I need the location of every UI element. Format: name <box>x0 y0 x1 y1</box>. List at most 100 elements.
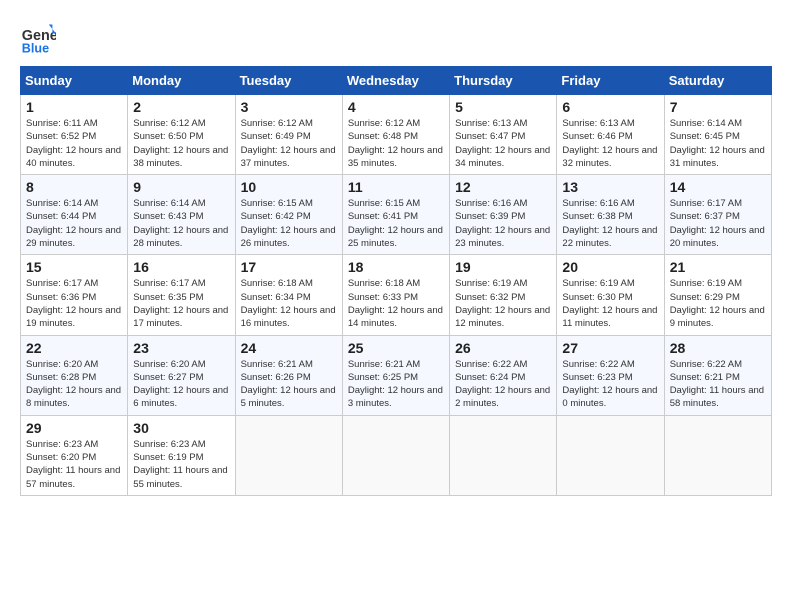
calendar-cell: 4 Sunrise: 6:12 AM Sunset: 6:48 PM Dayli… <box>342 95 449 175</box>
day-info: Sunrise: 6:23 AM Sunset: 6:19 PM Dayligh… <box>133 438 229 491</box>
day-number: 19 <box>455 259 551 275</box>
calendar-cell: 1 Sunrise: 6:11 AM Sunset: 6:52 PM Dayli… <box>21 95 128 175</box>
day-info: Sunrise: 6:22 AM Sunset: 6:21 PM Dayligh… <box>670 358 766 411</box>
day-info: Sunrise: 6:14 AM Sunset: 6:45 PM Dayligh… <box>670 117 766 170</box>
day-number: 4 <box>348 99 444 115</box>
day-number: 25 <box>348 340 444 356</box>
day-number: 1 <box>26 99 122 115</box>
day-number: 27 <box>562 340 658 356</box>
calendar-cell <box>342 415 449 495</box>
calendar-cell: 5 Sunrise: 6:13 AM Sunset: 6:47 PM Dayli… <box>450 95 557 175</box>
calendar-cell: 23 Sunrise: 6:20 AM Sunset: 6:27 PM Dayl… <box>128 335 235 415</box>
calendar-cell: 10 Sunrise: 6:15 AM Sunset: 6:42 PM Dayl… <box>235 175 342 255</box>
calendar-cell: 24 Sunrise: 6:21 AM Sunset: 6:26 PM Dayl… <box>235 335 342 415</box>
day-number: 11 <box>348 179 444 195</box>
day-info: Sunrise: 6:17 AM Sunset: 6:37 PM Dayligh… <box>670 197 766 250</box>
day-info: Sunrise: 6:14 AM Sunset: 6:44 PM Dayligh… <box>26 197 122 250</box>
calendar-cell: 22 Sunrise: 6:20 AM Sunset: 6:28 PM Dayl… <box>21 335 128 415</box>
day-number: 8 <box>26 179 122 195</box>
weekday-header-wednesday: Wednesday <box>342 67 449 95</box>
day-info: Sunrise: 6:16 AM Sunset: 6:39 PM Dayligh… <box>455 197 551 250</box>
calendar-cell: 7 Sunrise: 6:14 AM Sunset: 6:45 PM Dayli… <box>664 95 771 175</box>
calendar-cell: 21 Sunrise: 6:19 AM Sunset: 6:29 PM Dayl… <box>664 255 771 335</box>
day-info: Sunrise: 6:17 AM Sunset: 6:36 PM Dayligh… <box>26 277 122 330</box>
weekday-header-sunday: Sunday <box>21 67 128 95</box>
calendar-cell: 18 Sunrise: 6:18 AM Sunset: 6:33 PM Dayl… <box>342 255 449 335</box>
day-info: Sunrise: 6:12 AM Sunset: 6:48 PM Dayligh… <box>348 117 444 170</box>
day-number: 10 <box>241 179 337 195</box>
calendar-cell: 17 Sunrise: 6:18 AM Sunset: 6:34 PM Dayl… <box>235 255 342 335</box>
day-info: Sunrise: 6:19 AM Sunset: 6:30 PM Dayligh… <box>562 277 658 330</box>
day-number: 2 <box>133 99 229 115</box>
logo: General Blue <box>20 20 60 56</box>
calendar-week-3: 15 Sunrise: 6:17 AM Sunset: 6:36 PM Dayl… <box>21 255 772 335</box>
calendar-cell: 12 Sunrise: 6:16 AM Sunset: 6:39 PM Dayl… <box>450 175 557 255</box>
calendar-cell: 11 Sunrise: 6:15 AM Sunset: 6:41 PM Dayl… <box>342 175 449 255</box>
day-number: 28 <box>670 340 766 356</box>
day-number: 26 <box>455 340 551 356</box>
day-number: 3 <box>241 99 337 115</box>
day-number: 29 <box>26 420 122 436</box>
calendar-cell: 6 Sunrise: 6:13 AM Sunset: 6:46 PM Dayli… <box>557 95 664 175</box>
day-info: Sunrise: 6:21 AM Sunset: 6:26 PM Dayligh… <box>241 358 337 411</box>
page-header: General Blue <box>20 20 772 56</box>
day-info: Sunrise: 6:15 AM Sunset: 6:41 PM Dayligh… <box>348 197 444 250</box>
calendar-cell: 3 Sunrise: 6:12 AM Sunset: 6:49 PM Dayli… <box>235 95 342 175</box>
calendar-cell: 26 Sunrise: 6:22 AM Sunset: 6:24 PM Dayl… <box>450 335 557 415</box>
day-number: 9 <box>133 179 229 195</box>
day-number: 23 <box>133 340 229 356</box>
calendar-cell <box>557 415 664 495</box>
day-info: Sunrise: 6:20 AM Sunset: 6:27 PM Dayligh… <box>133 358 229 411</box>
calendar-week-5: 29 Sunrise: 6:23 AM Sunset: 6:20 PM Dayl… <box>21 415 772 495</box>
day-number: 14 <box>670 179 766 195</box>
calendar-cell <box>664 415 771 495</box>
day-info: Sunrise: 6:12 AM Sunset: 6:49 PM Dayligh… <box>241 117 337 170</box>
weekday-header-friday: Friday <box>557 67 664 95</box>
day-number: 5 <box>455 99 551 115</box>
day-number: 21 <box>670 259 766 275</box>
calendar-cell <box>235 415 342 495</box>
day-number: 12 <box>455 179 551 195</box>
day-number: 17 <box>241 259 337 275</box>
day-info: Sunrise: 6:16 AM Sunset: 6:38 PM Dayligh… <box>562 197 658 250</box>
calendar-cell: 15 Sunrise: 6:17 AM Sunset: 6:36 PM Dayl… <box>21 255 128 335</box>
day-info: Sunrise: 6:13 AM Sunset: 6:47 PM Dayligh… <box>455 117 551 170</box>
day-info: Sunrise: 6:23 AM Sunset: 6:20 PM Dayligh… <box>26 438 122 491</box>
day-info: Sunrise: 6:19 AM Sunset: 6:32 PM Dayligh… <box>455 277 551 330</box>
day-number: 16 <box>133 259 229 275</box>
day-info: Sunrise: 6:13 AM Sunset: 6:46 PM Dayligh… <box>562 117 658 170</box>
calendar-cell: 25 Sunrise: 6:21 AM Sunset: 6:25 PM Dayl… <box>342 335 449 415</box>
day-number: 15 <box>26 259 122 275</box>
calendar-week-4: 22 Sunrise: 6:20 AM Sunset: 6:28 PM Dayl… <box>21 335 772 415</box>
calendar-week-1: 1 Sunrise: 6:11 AM Sunset: 6:52 PM Dayli… <box>21 95 772 175</box>
calendar-cell: 13 Sunrise: 6:16 AM Sunset: 6:38 PM Dayl… <box>557 175 664 255</box>
calendar-cell: 2 Sunrise: 6:12 AM Sunset: 6:50 PM Dayli… <box>128 95 235 175</box>
day-info: Sunrise: 6:21 AM Sunset: 6:25 PM Dayligh… <box>348 358 444 411</box>
calendar-cell: 20 Sunrise: 6:19 AM Sunset: 6:30 PM Dayl… <box>557 255 664 335</box>
day-number: 7 <box>670 99 766 115</box>
day-info: Sunrise: 6:22 AM Sunset: 6:23 PM Dayligh… <box>562 358 658 411</box>
calendar-cell: 14 Sunrise: 6:17 AM Sunset: 6:37 PM Dayl… <box>664 175 771 255</box>
weekday-header-monday: Monday <box>128 67 235 95</box>
calendar-cell: 29 Sunrise: 6:23 AM Sunset: 6:20 PM Dayl… <box>21 415 128 495</box>
day-number: 18 <box>348 259 444 275</box>
calendar-table: SundayMondayTuesdayWednesdayThursdayFrid… <box>20 66 772 496</box>
day-number: 30 <box>133 420 229 436</box>
day-info: Sunrise: 6:22 AM Sunset: 6:24 PM Dayligh… <box>455 358 551 411</box>
logo-icon: General Blue <box>20 20 56 56</box>
day-info: Sunrise: 6:19 AM Sunset: 6:29 PM Dayligh… <box>670 277 766 330</box>
day-info: Sunrise: 6:14 AM Sunset: 6:43 PM Dayligh… <box>133 197 229 250</box>
calendar-cell <box>450 415 557 495</box>
day-info: Sunrise: 6:18 AM Sunset: 6:33 PM Dayligh… <box>348 277 444 330</box>
weekday-header-thursday: Thursday <box>450 67 557 95</box>
day-info: Sunrise: 6:17 AM Sunset: 6:35 PM Dayligh… <box>133 277 229 330</box>
svg-text:Blue: Blue <box>22 41 49 55</box>
day-info: Sunrise: 6:15 AM Sunset: 6:42 PM Dayligh… <box>241 197 337 250</box>
calendar-cell: 9 Sunrise: 6:14 AM Sunset: 6:43 PM Dayli… <box>128 175 235 255</box>
day-number: 22 <box>26 340 122 356</box>
day-number: 6 <box>562 99 658 115</box>
day-number: 20 <box>562 259 658 275</box>
calendar-cell: 30 Sunrise: 6:23 AM Sunset: 6:19 PM Dayl… <box>128 415 235 495</box>
day-info: Sunrise: 6:20 AM Sunset: 6:28 PM Dayligh… <box>26 358 122 411</box>
calendar-cell: 16 Sunrise: 6:17 AM Sunset: 6:35 PM Dayl… <box>128 255 235 335</box>
